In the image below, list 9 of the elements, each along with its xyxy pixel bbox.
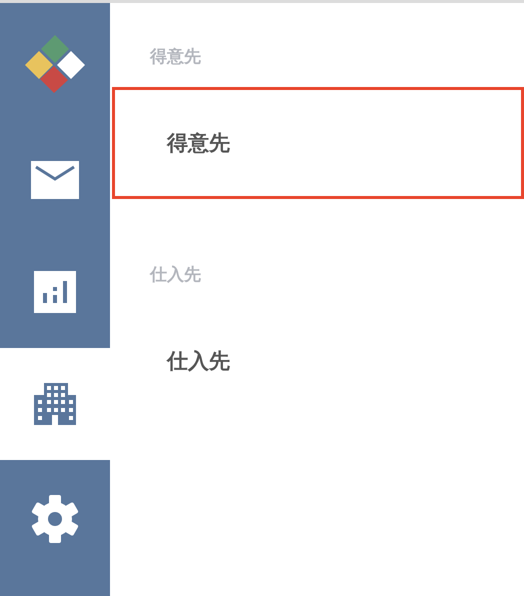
sidebar-item[interactable] (0, 348, 110, 460)
puzzle-logo-icon (23, 34, 87, 92)
section-heading: 得意先 (148, 46, 202, 69)
mail-icon (31, 161, 79, 199)
settings-icon (31, 495, 79, 543)
list-item[interactable]: 得意先 (112, 87, 524, 199)
section-heading: 仕入先 (148, 264, 202, 287)
chart-icon (34, 271, 76, 313)
building-icon (34, 383, 76, 425)
